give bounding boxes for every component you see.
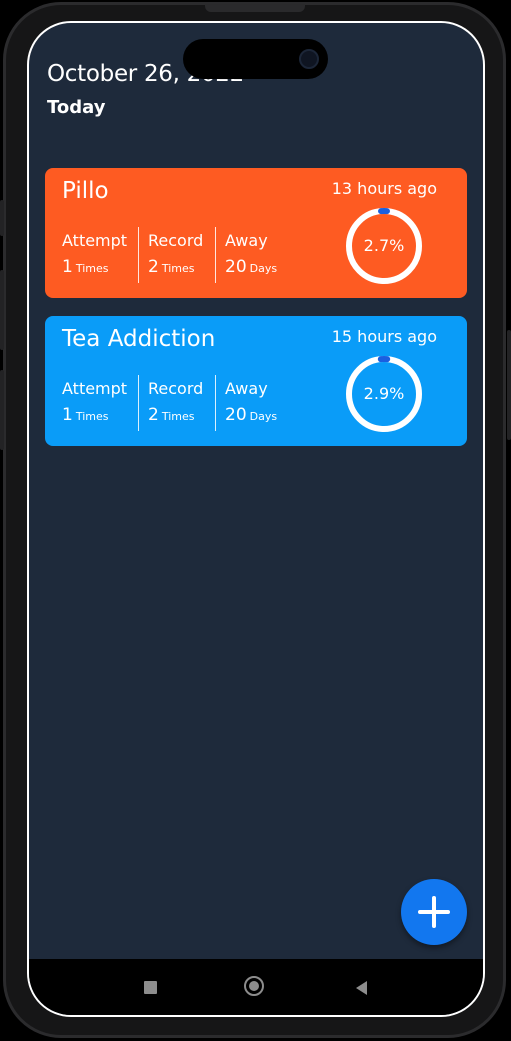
- app-screen: October 26, 2022 Today Pillo 13 hours ag…: [27, 21, 485, 1017]
- stat-unit: Days: [249, 410, 278, 423]
- add-habit-button[interactable]: [401, 879, 467, 945]
- stat-value: 1 Times: [62, 405, 108, 425]
- speaker-grille: [205, 4, 305, 12]
- stat-unit: Days: [249, 262, 278, 275]
- stat-unit: Times: [75, 262, 109, 275]
- stat-number: 1: [62, 405, 73, 425]
- circle-icon: [244, 976, 264, 996]
- stat-divider: [215, 375, 216, 431]
- front-camera-icon: [299, 49, 319, 69]
- dynamic-island: [183, 39, 328, 79]
- habit-card[interactable]: Pillo 13 hours ago Attempt 1 Times Record…: [45, 168, 467, 298]
- system-navigation-bar: [29, 959, 483, 1015]
- stat-divider: [138, 227, 139, 283]
- stat-number: 2: [148, 405, 159, 425]
- progress-percent: 2.7%: [363, 236, 405, 255]
- stat-label: Record: [148, 231, 204, 250]
- stat-value: 2 Times: [148, 405, 194, 425]
- back-button[interactable]: [347, 973, 377, 1003]
- stat-divider: [138, 375, 139, 431]
- stat-divider: [215, 227, 216, 283]
- stat-unit: Times: [161, 410, 195, 423]
- stat-label: Attempt: [62, 379, 128, 398]
- stat-number: 20: [225, 257, 247, 277]
- habit-card[interactable]: Tea Addiction 15 hours ago Attempt 1 Time…: [45, 316, 467, 446]
- progress-percent: 2.9%: [363, 384, 405, 403]
- side-button: [507, 330, 511, 440]
- stat-label: Attempt: [62, 231, 128, 250]
- stat-value: 2 Times: [148, 257, 194, 277]
- progress-ring: 2.9%: [343, 353, 425, 435]
- stat-value: 20 Days: [225, 405, 277, 425]
- stat-number: 20: [225, 405, 247, 425]
- habit-time-ago: 13 hours ago: [331, 179, 437, 198]
- stat-label: Away: [225, 231, 268, 250]
- stat-unit: Times: [75, 410, 109, 423]
- habit-time-ago: 15 hours ago: [331, 327, 437, 346]
- habit-name: Tea Addiction: [62, 326, 216, 352]
- stat-number: 1: [62, 257, 73, 277]
- home-button[interactable]: [241, 973, 271, 1003]
- stat-label: Away: [225, 379, 268, 398]
- date-subtitle: Today: [47, 97, 106, 118]
- side-button: [0, 200, 4, 236]
- side-button: [0, 370, 4, 450]
- square-icon: [144, 981, 157, 994]
- stat-unit: Times: [161, 262, 195, 275]
- side-button: [0, 270, 4, 350]
- stat-number: 2: [148, 257, 159, 277]
- triangle-back-icon: [356, 981, 367, 995]
- stat-label: Record: [148, 379, 204, 398]
- stat-value: 1 Times: [62, 257, 108, 277]
- habit-name: Pillo: [62, 178, 109, 204]
- stat-value: 20 Days: [225, 257, 277, 277]
- progress-ring: 2.7%: [343, 205, 425, 287]
